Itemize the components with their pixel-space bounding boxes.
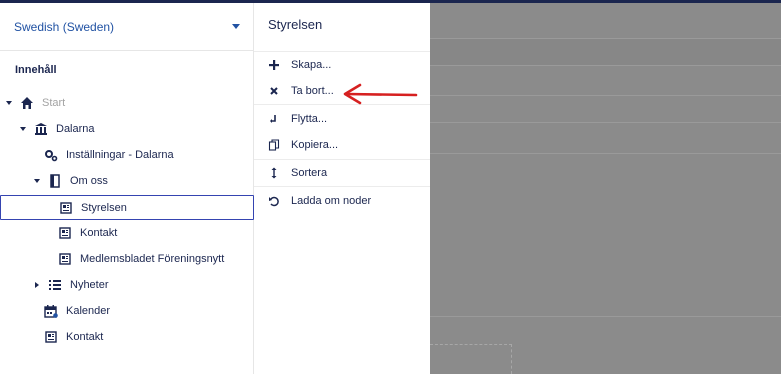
tree-node-label: Kalender — [66, 305, 111, 317]
expand-toggle[interactable] — [4, 98, 14, 108]
gears-icon — [44, 148, 58, 162]
tree-node-label: Inställningar - Dalarna — [66, 149, 174, 161]
tree-node-label: Start — [42, 97, 66, 109]
action-label: Sortera — [291, 167, 328, 179]
tree-node-label: Nyheter — [70, 279, 109, 291]
backdrop-dropzone — [430, 344, 512, 374]
home-icon — [20, 96, 34, 110]
actions-menu-panel: Styrelsen Skapa... Ta bort... Flytta... … — [254, 0, 430, 374]
tree-node-medlemsbladet[interactable]: Medlemsbladet Föreningsnytt — [58, 247, 250, 271]
expand-toggle[interactable] — [32, 280, 42, 290]
tree-node-nyheter[interactable]: Nyheter — [32, 273, 250, 297]
newspaper-icon — [59, 201, 73, 215]
book-icon — [48, 174, 62, 188]
action-move[interactable]: Flytta... — [254, 107, 430, 131]
backdrop-divider — [430, 95, 781, 96]
action-reload-nodes[interactable]: Ladda om noder — [254, 189, 430, 213]
expand-toggle[interactable] — [32, 176, 42, 186]
content-tree-panel: Swedish (Sweden) Innehåll Start Dalarna … — [0, 0, 254, 374]
copy-icon — [268, 139, 280, 151]
action-label: Ta bort... — [291, 85, 334, 97]
tree-node-kontakt[interactable]: Kontakt — [58, 221, 250, 245]
tree-node-om-oss[interactable]: Om oss — [32, 169, 250, 193]
newspaper-icon — [58, 226, 72, 240]
tree-node-dalarna[interactable]: Dalarna — [18, 117, 250, 141]
expand-toggle[interactable] — [18, 124, 28, 134]
tree-node-label: Om oss — [70, 175, 108, 187]
action-label: Ladda om noder — [291, 195, 372, 207]
reload-icon — [268, 195, 280, 207]
plus-icon — [268, 59, 280, 71]
top-bar — [254, 0, 430, 3]
action-create[interactable]: Skapa... — [254, 53, 430, 77]
action-label: Skapa... — [291, 59, 332, 71]
move-icon — [268, 113, 280, 125]
caret-down-icon — [232, 24, 240, 29]
newspaper-icon — [44, 330, 58, 344]
tree-node-installningar[interactable]: Inställningar - Dalarna — [44, 143, 250, 167]
backdrop-toolbar — [430, 38, 781, 66]
top-bar — [430, 0, 781, 3]
tree-node-styrelsen[interactable]: Styrelsen — [0, 195, 254, 220]
backdrop-divider — [430, 122, 781, 123]
backdrop-divider — [430, 153, 781, 154]
page-backdrop[interactable] — [430, 0, 781, 374]
action-label: Kopiera... — [291, 139, 339, 151]
backdrop-divider — [430, 316, 781, 317]
menu-divider — [254, 186, 430, 187]
action-label: Flytta... — [291, 113, 328, 125]
language-selector-value: Swedish (Sweden) — [14, 19, 115, 34]
tree-node-kalender[interactable]: Kalender — [44, 299, 250, 323]
tree-node-label: Medlemsbladet Föreningsnytt — [80, 253, 225, 265]
annotation-arrow — [343, 83, 418, 105]
tree-node-start[interactable]: Start — [4, 91, 250, 115]
action-copy[interactable]: Kopiera... — [254, 133, 430, 157]
language-selector[interactable]: Swedish (Sweden) — [0, 3, 254, 51]
sort-icon — [268, 167, 280, 179]
tree-node-label: Kontakt — [80, 227, 118, 239]
menu-divider — [254, 51, 430, 52]
newspaper-icon — [58, 252, 72, 266]
tree-node-label: Dalarna — [56, 123, 95, 135]
action-sort[interactable]: Sortera — [254, 161, 430, 185]
tree-node-label: Styrelsen — [81, 201, 127, 214]
list-icon — [48, 278, 62, 292]
building-icon — [34, 122, 48, 136]
tree-section-title: Innehåll — [15, 64, 57, 76]
actions-menu-title: Styrelsen — [268, 17, 323, 32]
calendar-icon — [44, 304, 58, 318]
menu-divider — [254, 159, 430, 160]
tree-node-label: Kontakt — [66, 331, 104, 343]
tree-node-kontakt-dalarna[interactable]: Kontakt — [44, 325, 250, 349]
close-icon — [268, 85, 280, 97]
